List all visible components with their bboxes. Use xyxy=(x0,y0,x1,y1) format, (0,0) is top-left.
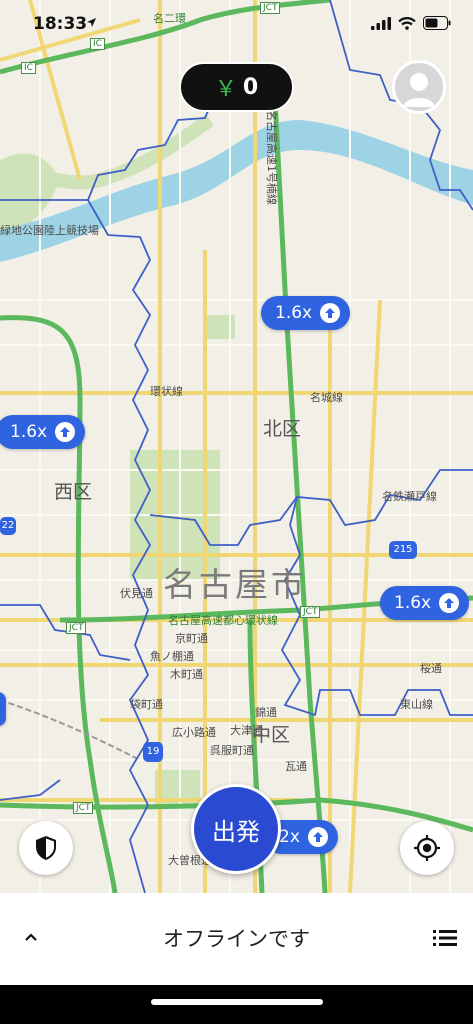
ward-label-kita: 北区 xyxy=(263,418,302,440)
safety-button[interactable] xyxy=(19,821,73,875)
map-label-route215: 215 xyxy=(389,541,417,559)
earnings-amount: 0 xyxy=(242,74,259,100)
go-online-button[interactable]: 出発 xyxy=(191,784,281,874)
shield-icon xyxy=(36,836,56,860)
home-indicator[interactable] xyxy=(151,999,323,1005)
go-button-label: 出発 xyxy=(212,817,260,846)
arrow-up-icon xyxy=(55,422,76,442)
map-label-gofukucho: 呉服町通 xyxy=(210,744,254,757)
person-icon xyxy=(403,73,435,107)
map-label-jct3: JCT xyxy=(66,622,87,634)
currency-symbol: ￥ xyxy=(214,77,237,102)
map-label-jct4: JCT xyxy=(73,802,94,814)
map-label-nishiki: 錦通 xyxy=(255,706,277,719)
arrow-up-icon xyxy=(439,593,460,613)
map-label-meitetsu: 名鉄瀬戸線 xyxy=(382,490,437,503)
map-label-ring-freeway: 名古屋高速都心環状線 xyxy=(168,614,278,627)
cellular-signal-icon xyxy=(371,16,391,30)
map-label-route22: 22 xyxy=(0,517,16,535)
status-time: 18:33 xyxy=(33,14,88,34)
surge-value: 1.6x xyxy=(275,303,313,323)
map-label-higashiyama: 東山線 xyxy=(400,698,433,711)
surge-badge[interactable]: 1.6x xyxy=(261,296,351,330)
surge-value: 1.6x xyxy=(394,593,432,613)
map-label-route19: 19 xyxy=(143,742,163,762)
status-icons xyxy=(371,16,451,30)
earnings-pill[interactable]: ￥ 0 xyxy=(179,62,294,112)
surge-value: 1.6x xyxy=(10,422,48,442)
map-label-kawara: 瓦通 xyxy=(285,760,307,773)
bottom-sheet[interactable]: オフラインです xyxy=(0,893,473,985)
surge-badge[interactable]: 1.6x xyxy=(0,415,86,449)
map-label-uonotana: 魚ノ棚通 xyxy=(150,650,194,663)
battery-icon xyxy=(423,16,451,30)
location-arrow-icon xyxy=(87,18,96,27)
arrow-up-icon xyxy=(320,303,341,323)
city-label: 名古屋市 xyxy=(163,565,307,604)
home-indicator-area xyxy=(0,985,473,1024)
arrow-up-icon xyxy=(307,827,328,847)
map-label-stadium: 緑地公園陸上競技場 xyxy=(0,224,99,237)
ward-label-naka: 中区 xyxy=(252,724,291,746)
map-label-freeway: 名古屋高速1号楠線 xyxy=(265,110,278,205)
surge-badge[interactable]: 1.6x xyxy=(380,586,470,620)
ward-label-nishi: 西区 xyxy=(54,481,93,503)
locate-me-button[interactable] xyxy=(400,821,454,875)
profile-avatar[interactable] xyxy=(392,60,446,114)
driver-status: オフラインです xyxy=(163,927,310,951)
wifi-icon xyxy=(398,16,416,30)
map-label-jct2: JCT xyxy=(300,606,321,618)
map-label-fushimi: 伏見通 xyxy=(120,587,153,600)
map-label-kanjo: 環状線 xyxy=(150,385,183,398)
surge-badge-offscreen[interactable] xyxy=(0,692,6,726)
map-label-kyomachi: 京町通 xyxy=(175,632,208,645)
map-label-hirokoji: 広小路通 xyxy=(172,726,216,739)
map-label-meijo: 名城線 xyxy=(310,391,343,404)
crosshair-icon xyxy=(414,835,440,861)
map-label-ic2: IC xyxy=(21,62,36,74)
map-label-kiyamachi: 木町通 xyxy=(170,668,203,681)
list-menu-icon[interactable] xyxy=(433,929,457,947)
status-bar: 18:33 xyxy=(0,0,473,48)
surge-value: 2x xyxy=(279,827,300,847)
map-label-sakura: 桜通 xyxy=(420,662,442,675)
map-label-fukuromachi: 袋町通 xyxy=(130,698,163,711)
